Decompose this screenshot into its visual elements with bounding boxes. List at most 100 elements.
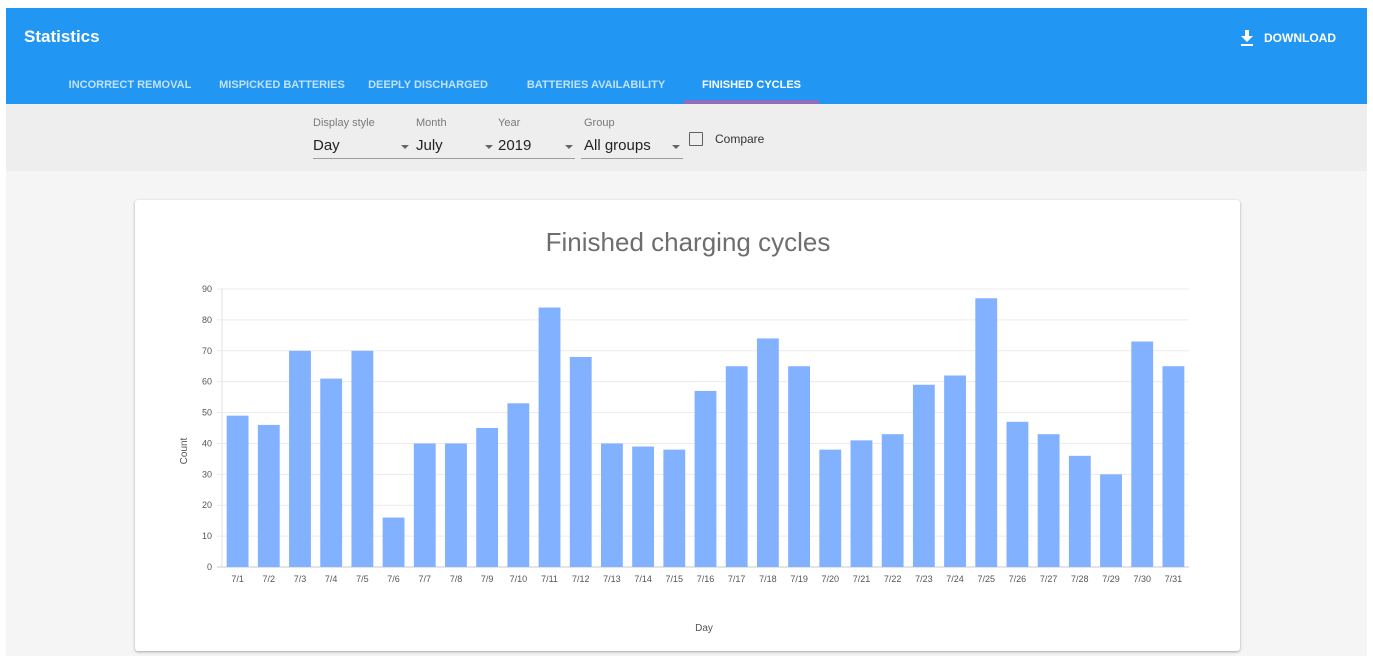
x-tick-label: 7/8 xyxy=(450,574,463,584)
tab-batteries-availability[interactable]: BATTERIES AVAILABILITY xyxy=(516,68,676,102)
field-underline xyxy=(412,158,495,159)
y-tick-label: 80 xyxy=(202,315,212,325)
x-tick-label: 7/10 xyxy=(510,574,528,584)
x-axis-label: Day xyxy=(695,623,713,634)
x-tick-label: 7/20 xyxy=(822,574,840,584)
tab-deeply-discharged[interactable]: DEEPLY DISCHARGED xyxy=(362,68,494,102)
bar-chart: Finished charging cycles Day Count 0 10 20… xyxy=(179,227,1189,634)
x-tick-label: 7/6 xyxy=(387,574,400,584)
bar[interactable] xyxy=(944,375,966,567)
active-tab-indicator xyxy=(684,101,819,103)
bar[interactable] xyxy=(476,428,499,567)
y-tick-label: 0 xyxy=(207,562,212,572)
x-tick-label: 7/2 xyxy=(263,574,276,584)
x-tick-label: 7/18 xyxy=(759,574,777,584)
x-tick-label: 7/15 xyxy=(666,574,684,584)
bar[interactable] xyxy=(413,443,436,567)
field-underline xyxy=(313,158,412,159)
bar[interactable] xyxy=(382,517,405,567)
x-tick-label: 7/17 xyxy=(728,574,746,584)
display-style-value: Day xyxy=(313,137,340,154)
x-tick-label: 7/31 xyxy=(1165,574,1183,584)
y-tick-label: 20 xyxy=(202,500,212,510)
x-tick-label: 7/3 xyxy=(294,574,307,584)
x-tick-label: 7/12 xyxy=(572,574,590,584)
group-value: All groups xyxy=(584,137,651,154)
y-tick-label: 90 xyxy=(202,284,212,294)
x-tick-label: 7/28 xyxy=(1071,574,1089,584)
x-tick-label: 7/27 xyxy=(1040,574,1058,584)
bar[interactable] xyxy=(538,307,561,567)
compare-checkbox[interactable] xyxy=(689,132,703,146)
bar[interactable] xyxy=(725,366,748,567)
content-area: Finished charging cycles Day Count 0 10 20… xyxy=(6,171,1367,656)
x-tick-label: 7/26 xyxy=(1009,574,1027,584)
x-tick-label: 7/21 xyxy=(853,574,871,584)
x-tick-label: 7/22 xyxy=(884,574,902,584)
x-tick-label: 7/23 xyxy=(915,574,933,584)
compare-label: Compare xyxy=(715,132,765,146)
page-title: Statistics xyxy=(24,27,100,46)
x-tick-labels: 7/1 7/2 7/3 7/4 7/5 7/6 7/7 7/8 7/9 7/10 7/11 7/12 7… xyxy=(231,574,1182,584)
group-label: Group xyxy=(584,117,615,129)
x-tick-label: 7/29 xyxy=(1102,574,1120,584)
x-tick-label: 7/16 xyxy=(697,574,715,584)
bar[interactable] xyxy=(1006,421,1029,567)
bar[interactable] xyxy=(694,390,717,567)
bar[interactable] xyxy=(1131,341,1154,567)
year-value: 2019 xyxy=(498,137,532,154)
bar[interactable] xyxy=(663,449,686,567)
bar[interactable] xyxy=(351,350,374,567)
field-underline xyxy=(581,158,683,159)
y-tick-label: 10 xyxy=(202,531,212,541)
chevron-down-icon xyxy=(565,145,573,149)
bar[interactable] xyxy=(1162,366,1185,567)
y-tick-label: 30 xyxy=(202,469,212,479)
bar[interactable] xyxy=(445,443,467,567)
x-tick-label: 7/5 xyxy=(356,574,369,584)
x-tick-label: 7/14 xyxy=(634,574,652,584)
tab-incorrect-removal[interactable]: INCORRECT REMOVAL xyxy=(58,68,202,102)
bar[interactable] xyxy=(819,449,842,567)
download-button[interactable]: DOWNLOAD xyxy=(1240,26,1336,50)
x-tick-label: 7/1 xyxy=(231,574,244,584)
bar[interactable] xyxy=(1068,455,1091,567)
x-tick-label: 7/13 xyxy=(603,574,621,584)
chevron-down-icon xyxy=(672,145,680,149)
bars xyxy=(226,298,1185,567)
bar[interactable] xyxy=(289,350,311,567)
bar[interactable] xyxy=(1100,474,1122,567)
tab-finished-cycles[interactable]: FINISHED CYCLES xyxy=(684,68,819,102)
month-label: Month xyxy=(416,117,447,129)
download-icon xyxy=(1240,30,1254,46)
compare-toggle[interactable]: Compare xyxy=(689,132,764,146)
display-style-label: Display style xyxy=(313,117,375,129)
x-tick-label: 7/30 xyxy=(1133,574,1151,584)
bar[interactable] xyxy=(601,443,623,567)
bar[interactable] xyxy=(226,415,249,567)
download-label: DOWNLOAD xyxy=(1264,31,1336,45)
app-bar: Statistics DOWNLOAD INCORRECT REMOVAL MI… xyxy=(6,8,1367,104)
chart-card: Finished charging cycles Day Count 0 10 20… xyxy=(135,200,1240,651)
bar[interactable] xyxy=(507,403,530,567)
field-underline xyxy=(495,158,575,159)
bar[interactable] xyxy=(257,424,280,567)
chevron-down-icon xyxy=(485,145,493,149)
month-value: July xyxy=(416,137,443,154)
bar[interactable] xyxy=(320,378,343,567)
bar[interactable] xyxy=(912,384,935,567)
bar[interactable] xyxy=(788,366,810,567)
y-tick-label: 70 xyxy=(202,346,212,356)
bar[interactable] xyxy=(1037,434,1060,567)
bar[interactable] xyxy=(756,338,779,567)
tab-mispicked-batteries[interactable]: MISPICKED BATTERIES xyxy=(214,68,350,102)
x-tick-label: 7/7 xyxy=(419,574,432,584)
bar[interactable] xyxy=(975,298,998,567)
bar[interactable] xyxy=(850,440,873,567)
bar[interactable] xyxy=(569,356,592,567)
x-tick-label: 7/4 xyxy=(325,574,338,584)
y-tick-label: 40 xyxy=(202,438,212,448)
bar[interactable] xyxy=(881,434,904,567)
year-label: Year xyxy=(498,117,521,129)
bar[interactable] xyxy=(632,446,655,567)
